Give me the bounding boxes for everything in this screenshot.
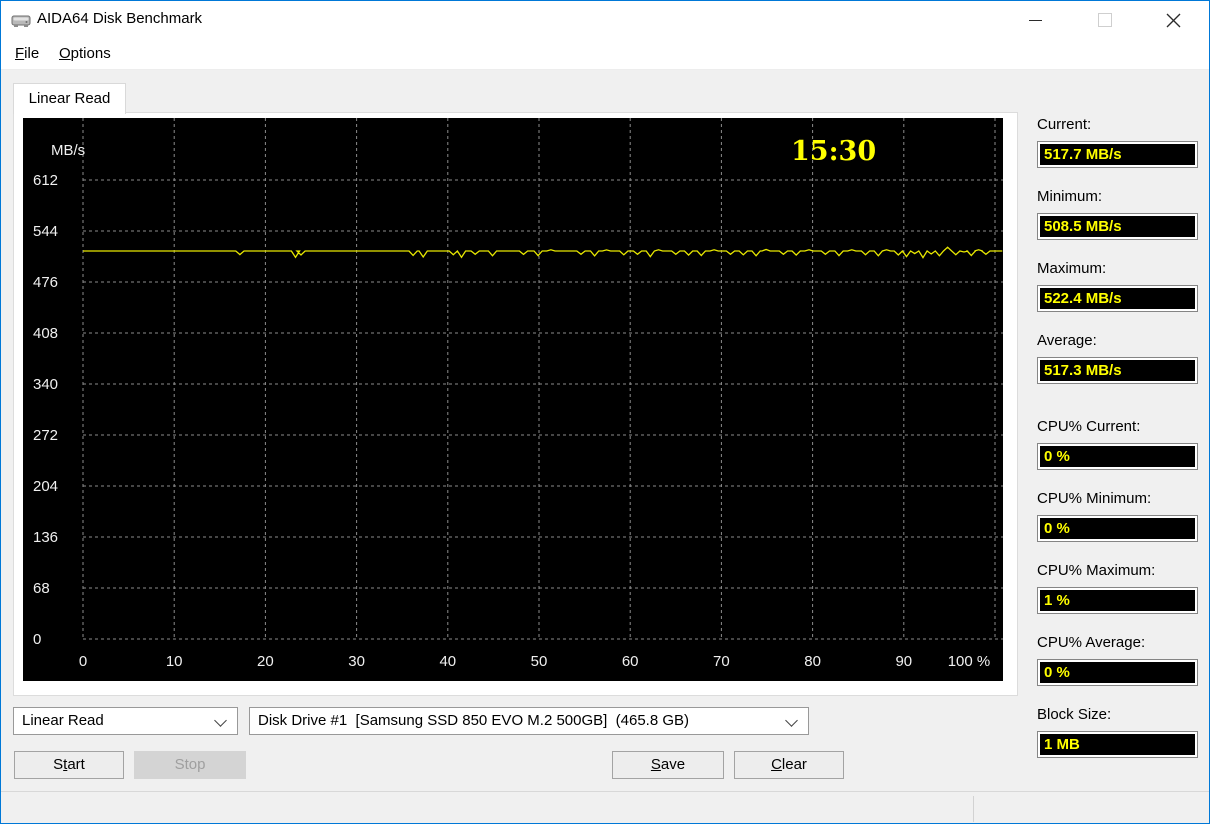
stat-value-box: 517.7 MB/s	[1037, 141, 1198, 168]
svg-text:15:30: 15:30	[791, 136, 876, 167]
stat-group: CPU% Minimum: 0 %	[1037, 490, 1198, 542]
stat-label: Average:	[1037, 332, 1097, 349]
benchmark-type-value: Linear Read	[22, 712, 104, 729]
svg-text:100 %: 100 %	[948, 653, 991, 670]
stat-group: Block Size: 1 MB	[1037, 706, 1198, 758]
svg-text:20: 20	[257, 653, 274, 670]
svg-text:204: 204	[33, 478, 58, 495]
svg-text:612: 612	[33, 172, 58, 189]
stop-button: Stop	[134, 751, 246, 779]
hard-disk-icon	[11, 15, 31, 27]
stat-label: Maximum:	[1037, 260, 1107, 277]
svg-text:80: 80	[804, 653, 821, 670]
svg-text:340: 340	[33, 376, 58, 393]
svg-text:0: 0	[33, 631, 41, 648]
svg-text:544: 544	[33, 223, 58, 240]
clear-button[interactable]: Clear	[734, 751, 844, 779]
stat-value-box: 0 %	[1037, 515, 1198, 542]
stat-value-box: 0 %	[1037, 659, 1198, 686]
benchmark-type-select[interactable]: Linear Read	[13, 707, 238, 735]
stat-group: Current: 517.7 MB/s	[1037, 116, 1198, 168]
stat-group: CPU% Maximum: 1 %	[1037, 562, 1198, 614]
svg-text:10: 10	[166, 653, 183, 670]
stat-value-box: 0 %	[1037, 443, 1198, 470]
stat-value-box: 508.5 MB/s	[1037, 213, 1198, 240]
maximize-icon	[1097, 13, 1112, 27]
menu-file[interactable]: File	[9, 42, 45, 66]
tab-linear-read[interactable]: Linear Read	[13, 83, 126, 114]
status-bar-divider	[973, 796, 974, 822]
stat-label: CPU% Maximum:	[1037, 562, 1156, 579]
disk-drive-value: Disk Drive #1 [Samsung SSD 850 EVO M.2 5…	[258, 712, 690, 729]
stat-group: Average: 517.3 MB/s	[1037, 332, 1198, 384]
stat-label: CPU% Minimum:	[1037, 490, 1152, 507]
svg-text:60: 60	[622, 653, 639, 670]
disk-drive-select[interactable]: Disk Drive #1 [Samsung SSD 850 EVO M.2 5…	[249, 707, 809, 735]
save-button[interactable]: Save	[612, 751, 724, 779]
svg-text:50: 50	[531, 653, 548, 670]
svg-text:0: 0	[79, 653, 87, 670]
start-button[interactable]: Start	[14, 751, 124, 779]
stat-value-box: 517.3 MB/s	[1037, 357, 1198, 384]
svg-text:70: 70	[713, 653, 730, 670]
svg-text:68: 68	[33, 580, 50, 597]
window-title: AIDA64 Disk Benchmark	[37, 10, 203, 27]
chart-canvas: 0 10 20 30 40 50 60 70 80 90 100 % 612 544 476 408 340 2…	[33, 118, 1003, 670]
maximize-button	[1070, 1, 1139, 39]
stat-value-box: 1 %	[1037, 587, 1198, 614]
stat-value-box: 1 MB	[1037, 731, 1198, 758]
stat-group: CPU% Average: 0 %	[1037, 634, 1198, 686]
stat-label: Current:	[1037, 116, 1092, 133]
close-icon	[1166, 13, 1181, 27]
minimize-button[interactable]	[1001, 1, 1070, 39]
svg-text:90: 90	[895, 653, 912, 670]
stat-label: CPU% Average:	[1037, 634, 1146, 651]
stat-group: Minimum: 508.5 MB/s	[1037, 188, 1198, 240]
chevron-down-icon	[214, 714, 227, 727]
svg-text:272: 272	[33, 427, 58, 444]
svg-text:MB/s: MB/s	[51, 142, 85, 159]
menu-bar: File Options	[1, 39, 1209, 70]
svg-text:40: 40	[439, 653, 456, 670]
stat-label: Block Size:	[1037, 706, 1112, 723]
stat-label: Minimum:	[1037, 188, 1103, 205]
benchmark-chart: 0 10 20 30 40 50 60 70 80 90 100 % 612 544 476 408 340 2…	[23, 118, 1003, 681]
svg-text:30: 30	[348, 653, 365, 670]
stat-group: Maximum: 522.4 MB/s	[1037, 260, 1198, 312]
app-window: AIDA64 Disk Benchmark File Options Linea…	[0, 0, 1210, 824]
menu-options[interactable]: Options	[53, 42, 117, 66]
tab-page: 0 10 20 30 40 50 60 70 80 90 100 % 612 544 476 408 340 2…	[13, 112, 1018, 696]
close-button[interactable]	[1139, 1, 1208, 39]
title-bar[interactable]: AIDA64 Disk Benchmark	[1, 1, 1209, 39]
stat-value-box: 522.4 MB/s	[1037, 285, 1198, 312]
stat-group: CPU% Current: 0 %	[1037, 418, 1198, 470]
svg-text:408: 408	[33, 325, 58, 342]
status-bar	[1, 791, 1209, 823]
stat-label: CPU% Current:	[1037, 418, 1141, 435]
svg-text:476: 476	[33, 274, 58, 291]
minimize-icon	[1029, 19, 1042, 21]
svg-text:136: 136	[33, 529, 58, 546]
chevron-down-icon	[785, 714, 798, 727]
